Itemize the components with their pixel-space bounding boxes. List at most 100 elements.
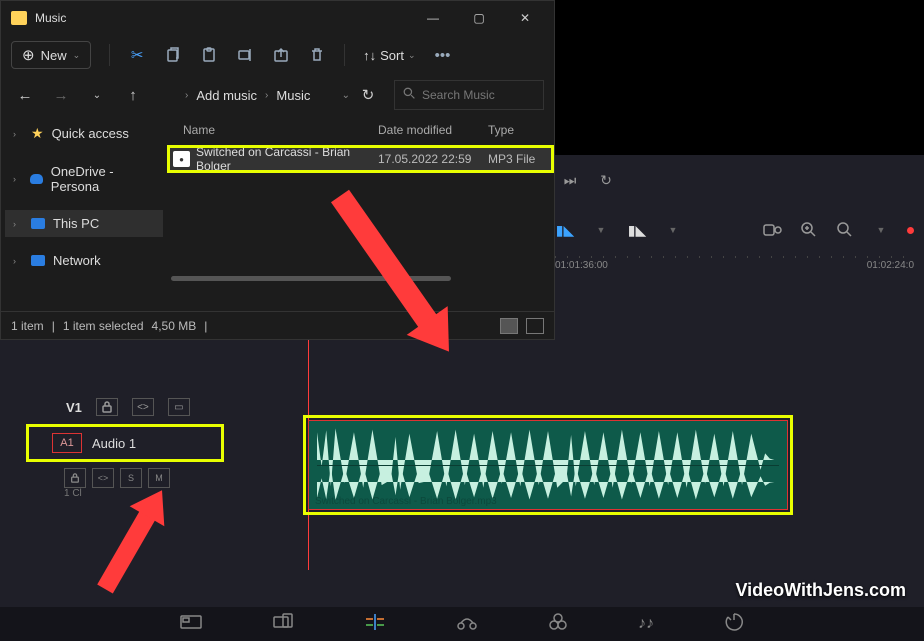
file-type: MP3 File bbox=[488, 152, 548, 166]
share-icon[interactable] bbox=[272, 46, 290, 64]
zoom-in-icon[interactable] bbox=[799, 220, 819, 240]
minimize-button[interactable]: — bbox=[410, 1, 456, 35]
expand-icon[interactable]: › bbox=[13, 174, 22, 184]
sidebar-item-network[interactable]: › Network bbox=[5, 247, 163, 274]
color-page-icon[interactable] bbox=[548, 612, 568, 637]
col-date[interactable]: Date modified bbox=[378, 123, 488, 137]
chevron-down-icon: ⌄ bbox=[408, 50, 416, 61]
chevron-down-icon[interactable]: ⌄ bbox=[83, 81, 111, 109]
new-label: New bbox=[41, 48, 67, 63]
audio-track-header[interactable]: A1 Audio 1 bbox=[30, 428, 220, 458]
network-icon bbox=[31, 255, 45, 266]
skip-next-icon[interactable]: ⏭ bbox=[560, 170, 580, 190]
frame-icon[interactable]: ▭ bbox=[168, 398, 190, 416]
navigation-pane: › ★ Quick access › OneDrive - Persona › … bbox=[1, 115, 167, 311]
timeline-ruler[interactable] bbox=[555, 256, 914, 258]
back-button[interactable]: ← bbox=[11, 81, 39, 109]
status-size: 4,50 MB bbox=[152, 319, 197, 333]
separator bbox=[109, 44, 110, 66]
expand-icon[interactable]: › bbox=[13, 129, 23, 139]
auto-select-icon[interactable]: <> bbox=[92, 468, 114, 488]
column-headers[interactable]: Name Date modified Type bbox=[167, 115, 554, 145]
chevron-down-icon[interactable]: ▼ bbox=[591, 220, 611, 240]
window-title: Music bbox=[35, 11, 410, 25]
sidebar-item-quick-access[interactable]: › ★ Quick access bbox=[5, 119, 163, 148]
delete-icon[interactable] bbox=[308, 46, 326, 64]
separator: | bbox=[52, 319, 55, 333]
lock-icon[interactable] bbox=[96, 398, 118, 416]
audio-clip[interactable]: Switched on Carcassi - Brian Bolger.mp3 bbox=[308, 420, 788, 510]
refresh-icon[interactable]: ↻ bbox=[358, 81, 378, 109]
timecode: 01:01:36:00 bbox=[555, 260, 608, 284]
expand-icon[interactable]: › bbox=[13, 219, 23, 229]
marker-toolbar: ▮◣ ▼ ▮◣ ▼ ▼ bbox=[555, 215, 914, 245]
clip-count: 1 Cl bbox=[64, 488, 82, 499]
search-input[interactable]: Search Music bbox=[394, 80, 544, 110]
titlebar[interactable]: Music — ▢ ✕ bbox=[1, 1, 554, 35]
clip-filename: Switched on Carcassi - Brian Bolger.mp3 bbox=[315, 496, 497, 507]
forward-button[interactable]: → bbox=[47, 81, 75, 109]
chevron-down-icon[interactable]: ▼ bbox=[871, 220, 891, 240]
auto-select-icon[interactable]: <> bbox=[132, 398, 154, 416]
search-icon[interactable] bbox=[835, 220, 855, 240]
breadcrumb-part[interactable]: Add music bbox=[196, 88, 257, 103]
details-view-button[interactable] bbox=[500, 318, 518, 334]
file-row[interactable]: ● Switched on Carcassi - Brian Bolger 17… bbox=[167, 145, 554, 173]
cut-icon[interactable]: ✂ bbox=[128, 46, 146, 64]
zoom-fit-icon[interactable] bbox=[763, 220, 783, 240]
audio-track-badge[interactable]: A1 bbox=[52, 433, 82, 453]
lock-icon[interactable] bbox=[64, 468, 86, 488]
col-type[interactable]: Type bbox=[488, 123, 538, 137]
rename-icon[interactable] bbox=[236, 46, 254, 64]
folder-icon bbox=[11, 11, 27, 25]
solo-button[interactable]: S bbox=[120, 468, 142, 488]
search-placeholder: Search Music bbox=[422, 88, 495, 102]
status-bar: 1 item | 1 item selected 4,50 MB | bbox=[1, 311, 554, 339]
track-label: V1 bbox=[66, 400, 82, 415]
maximize-button[interactable]: ▢ bbox=[456, 1, 502, 35]
video-track-header[interactable]: V1 <> ▭ bbox=[30, 390, 220, 424]
more-icon[interactable]: ••• bbox=[434, 46, 452, 64]
sidebar-item-onedrive[interactable]: › OneDrive - Persona bbox=[5, 158, 163, 200]
thumbnails-view-button[interactable] bbox=[526, 318, 544, 334]
media-page-icon[interactable] bbox=[180, 613, 202, 636]
up-button[interactable]: ↑ bbox=[119, 81, 147, 109]
cut-page-icon[interactable] bbox=[272, 613, 294, 636]
record-indicator bbox=[907, 227, 914, 234]
sidebar-label: Quick access bbox=[52, 126, 129, 141]
separator bbox=[344, 44, 345, 66]
file-date: 17.05.2022 22:59 bbox=[378, 152, 488, 166]
caret-icon: › bbox=[265, 90, 268, 101]
loop-icon[interactable]: ↻ bbox=[596, 170, 616, 190]
edit-page-icon[interactable] bbox=[364, 613, 386, 636]
timecode: 01:02:24:0 bbox=[867, 260, 914, 284]
file-explorer-window: Music — ▢ ✕ ⊕ New ⌄ ✂ ↑↓ Sort ⌄ bbox=[0, 0, 555, 340]
sort-icon: ↑↓ bbox=[363, 48, 376, 63]
flag-white-icon[interactable]: ▮◣ bbox=[627, 220, 647, 240]
mp3-file-icon: ● bbox=[173, 151, 190, 167]
new-button[interactable]: ⊕ New ⌄ bbox=[11, 41, 91, 69]
sidebar-item-this-pc[interactable]: › This PC bbox=[5, 210, 163, 237]
close-button[interactable]: ✕ bbox=[502, 1, 548, 35]
sort-button[interactable]: ↑↓ Sort ⌄ bbox=[363, 48, 415, 63]
deliver-page-icon[interactable] bbox=[724, 612, 744, 637]
fairlight-page-icon[interactable]: ♪♪ bbox=[638, 615, 654, 633]
sidebar-label: This PC bbox=[53, 216, 99, 231]
fusion-page-icon[interactable] bbox=[456, 613, 478, 636]
waveform-midline bbox=[317, 465, 779, 466]
breadcrumb-part[interactable]: Music bbox=[276, 88, 310, 103]
col-name[interactable]: Name bbox=[173, 123, 378, 137]
caret-icon: › bbox=[185, 90, 188, 101]
nav-bar: ← → ⌄ ↑ › Add music › Music ⌄ ↻ Search M… bbox=[1, 75, 554, 115]
chevron-down-icon[interactable]: ⌄ bbox=[342, 90, 350, 101]
expand-icon[interactable]: › bbox=[13, 256, 23, 266]
chevron-down-icon[interactable]: ▼ bbox=[663, 220, 683, 240]
explorer-body: › ★ Quick access › OneDrive - Persona › … bbox=[1, 115, 554, 311]
flag-blue-icon[interactable]: ▮◣ bbox=[555, 220, 575, 240]
playback-controls: ⏭ ↻ bbox=[560, 165, 616, 195]
track-lane[interactable]: Switched on Carcassi - Brian Bolger.mp3 bbox=[270, 370, 914, 550]
star-icon: ★ bbox=[31, 125, 44, 142]
copy-icon[interactable] bbox=[164, 46, 182, 64]
address-bar[interactable]: › Add music › Music ⌄ ↻ bbox=[155, 77, 386, 113]
paste-icon[interactable] bbox=[200, 46, 218, 64]
